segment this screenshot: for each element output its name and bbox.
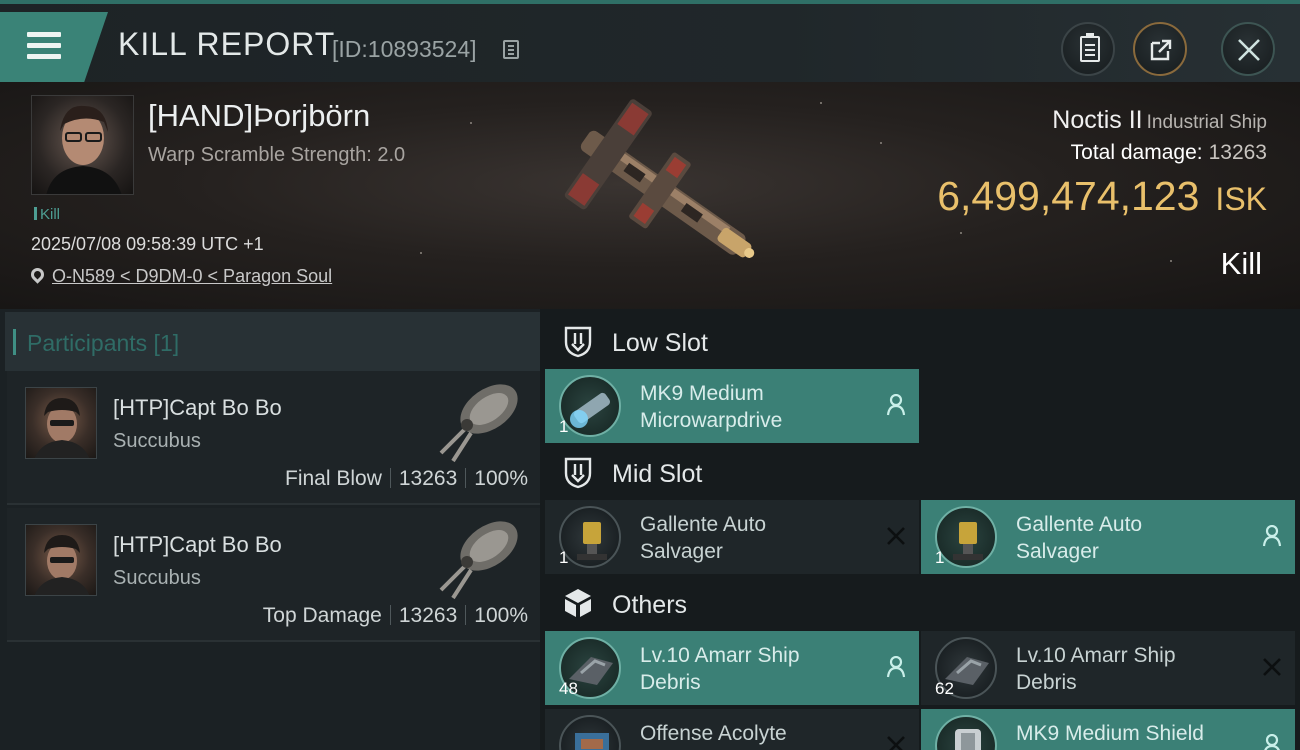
- page-title: KILL REPORT: [118, 26, 336, 62]
- others-header: Others: [545, 574, 1295, 634]
- destroyed-x-icon: [1263, 658, 1281, 676]
- total-damage-label: Total damage:: [1070, 141, 1203, 164]
- module-item[interactable]: 1 Gallente Auto Salvager: [545, 500, 919, 574]
- clipboard-button[interactable]: [1061, 22, 1115, 76]
- participant-percent: 100%: [474, 467, 528, 490]
- cube-icon: [565, 589, 591, 617]
- total-damage: Total damage: 13263: [1071, 141, 1267, 165]
- fitted-person-icon: [886, 656, 906, 678]
- ship-class: Industrial Ship: [1146, 112, 1267, 133]
- participants-header: Participants [1]: [5, 312, 540, 371]
- close-icon: [1238, 39, 1260, 61]
- mid-slot-header: Mid Slot: [545, 443, 1295, 503]
- kill-location-link[interactable]: O-N589 < D9DM-0 < Paragon Soul: [28, 265, 333, 287]
- destroyed-x-icon: [887, 527, 905, 545]
- fitted-person-icon: [1264, 734, 1280, 750]
- item-name: Offense Acolyte: [640, 722, 787, 745]
- item-name: Lv.10 Amarr Ship Debris: [1016, 644, 1176, 694]
- item-name: Lv.10 Amarr Ship Debris: [640, 644, 800, 694]
- participant-stats: Top Damage 13263 100%: [263, 604, 528, 628]
- participant-damage: 13263: [398, 604, 458, 627]
- participant-role: Top Damage: [262, 604, 382, 627]
- kill-tag: Kill: [34, 206, 60, 223]
- copy-icon[interactable]: [503, 40, 519, 59]
- header-bar: KILL REPORT [ID:10893524]: [0, 4, 1300, 82]
- participant-ship-image: [439, 384, 518, 463]
- report-id: [ID:10893524]: [332, 36, 477, 62]
- participant-name[interactable]: [HTP]Capt Bo Bo: [113, 395, 282, 421]
- low-slot-icon: [564, 326, 592, 358]
- fitted-person-icon: [1262, 525, 1282, 547]
- menu-button[interactable]: [0, 12, 108, 82]
- share-icon: [1150, 39, 1172, 61]
- module-name: Gallente Auto Salvager: [1016, 513, 1143, 563]
- isk-amount: 6,499,474,123: [937, 173, 1200, 219]
- victim-ship-image: [564, 99, 755, 258]
- victim-ship[interactable]: Noctis II Industrial Ship: [1052, 106, 1267, 135]
- module-quantity: 1: [559, 417, 569, 436]
- others-label: Others: [612, 591, 688, 619]
- participant-avatar: [25, 387, 97, 459]
- item-icon: [935, 715, 997, 750]
- participants-title: Participants [1]: [12, 329, 180, 356]
- low-slot-label: Low Slot: [612, 329, 708, 357]
- mid-slot-icon: [564, 457, 592, 489]
- participant-row[interactable]: [HTP]Capt Bo Bo Succubus Final Blow 13263…: [7, 371, 540, 505]
- destroyed-x-icon: [887, 736, 905, 750]
- participant-ship: Succubus: [113, 567, 201, 589]
- cargo-item[interactable]: Offense Acolyte: [545, 709, 919, 750]
- item-name: MK9 Medium Shield: [1016, 722, 1204, 745]
- kill-result: Kill: [1220, 246, 1262, 281]
- clipboard-icon: [1080, 33, 1100, 62]
- victim-name[interactable]: [HAND]Þorjbörn: [148, 98, 370, 134]
- mid-slot-label: Mid Slot: [612, 460, 703, 488]
- fitting-panel: Low Slot 1 MK9 Medium Microwarpdrive Mid …: [540, 309, 1300, 750]
- ship-name: Noctis II: [1052, 106, 1143, 134]
- low-slot-header: Low Slot: [545, 312, 1295, 372]
- module-item[interactable]: 1 Gallente Auto Salvager: [921, 500, 1295, 574]
- total-damage-value: 13263: [1208, 141, 1267, 164]
- module-name: Gallente Auto Salvager: [640, 513, 767, 563]
- item-icon: [559, 715, 621, 750]
- location-text: O-N589 < D9DM-0 < Paragon Soul: [52, 266, 333, 286]
- cargo-item[interactable]: 62 Lv.10 Amarr Ship Debris: [921, 631, 1295, 705]
- participants-panel: Participants [1] [HTP]Capt Bo Bo Succubu…: [0, 309, 540, 750]
- victim-avatar[interactable]: [31, 95, 134, 195]
- location-pin-icon: [28, 265, 47, 284]
- share-button[interactable]: [1133, 22, 1187, 76]
- close-button[interactable]: [1221, 22, 1275, 76]
- kill-timestamp: 2025/07/08 09:58:39 UTC +1: [31, 234, 264, 254]
- warp-scramble-strength: Warp Scramble Strength: 2.0: [148, 144, 406, 166]
- module-item[interactable]: 1 MK9 Medium Microwarpdrive: [545, 369, 919, 443]
- hamburger-icon: [27, 32, 61, 60]
- victim-panel: [HAND]Þorjbörn Warp Scramble Strength: 2…: [0, 82, 1300, 309]
- participant-row[interactable]: [HTP]Capt Bo Bo Succubus Top Damage 13263…: [7, 508, 540, 642]
- participant-stats: Final Blow 13263 100%: [285, 467, 528, 491]
- cargo-item[interactable]: 48 Lv.10 Amarr Ship Debris: [545, 631, 919, 705]
- participant-ship-image: [439, 521, 518, 600]
- participant-role: Final Blow: [285, 467, 382, 490]
- cargo-item[interactable]: MK9 Medium Shield: [921, 709, 1295, 750]
- module-quantity: 1: [935, 548, 945, 567]
- participant-ship: Succubus: [113, 430, 201, 452]
- module-quantity: 1: [559, 548, 569, 567]
- participant-damage: 13263: [398, 467, 458, 490]
- module-name: MK9 Medium Microwarpdrive: [640, 382, 783, 432]
- participant-percent: 100%: [474, 604, 528, 627]
- isk-unit: ISK: [1215, 181, 1267, 217]
- isk-value: 6,499,474,123 ISK: [937, 173, 1267, 220]
- participant-name[interactable]: [HTP]Capt Bo Bo: [113, 532, 282, 558]
- fitted-person-icon: [886, 394, 906, 416]
- item-quantity: 62: [935, 679, 954, 698]
- item-quantity: 48: [559, 679, 578, 698]
- participant-avatar: [25, 524, 97, 596]
